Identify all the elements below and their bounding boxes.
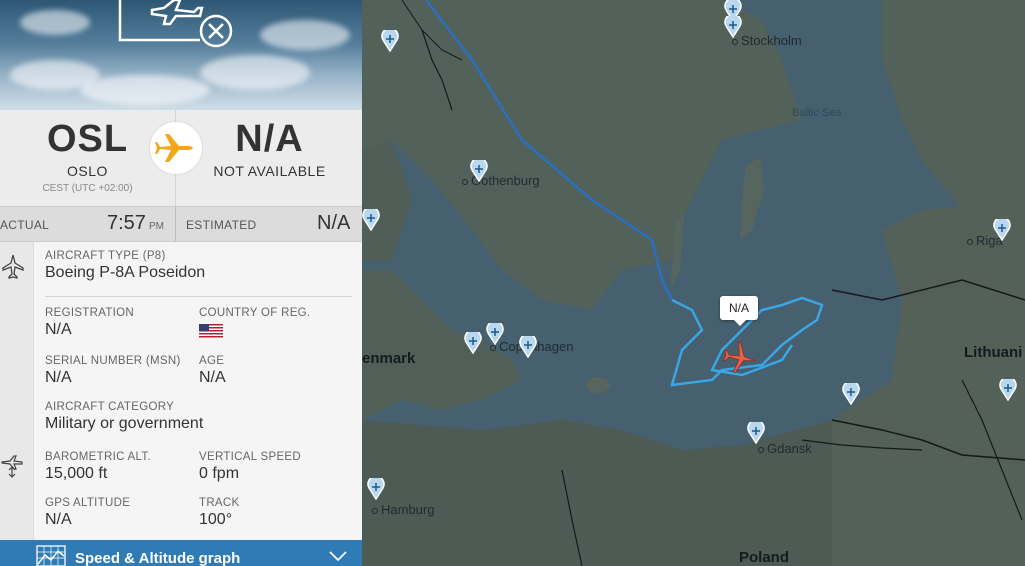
origin-column[interactable]: OSL OSLO CEST (UTC +02:00) [0, 110, 176, 206]
estimated-value: N/A [317, 212, 351, 234]
airport-pin-icon[interactable] [470, 160, 488, 182]
origin-city: OSLO [67, 163, 108, 179]
serial-value: N/A [45, 369, 72, 386]
city-hamburg: Hamburg [372, 502, 434, 517]
serial-label: SERIAL NUMBER (MSN) [45, 355, 181, 367]
country-of-reg-field: COUNTRY OF REG. [199, 307, 310, 338]
airport-pin-icon[interactable] [724, 16, 742, 38]
graph-icon [36, 545, 66, 566]
aircraft-type-value: Boeing P-8A Poseidon [45, 264, 206, 281]
country-denmark: enmark [362, 350, 416, 367]
registration-field: REGISTRATION N/A [45, 307, 134, 339]
vert-speed-label: VERTICAL SPEED [199, 451, 301, 463]
gps-alt-field: GPS ALTITUDE N/A [45, 497, 130, 529]
estimated-time-cell: ESTIMATED N/A [177, 207, 362, 241]
flight-details-panel: OSL OSLO CEST (UTC +02:00) N/A NOT AVAIL… [0, 0, 362, 566]
actual-time-unit: PM [148, 221, 164, 232]
city-gdansk: Gdansk [758, 441, 812, 456]
airport-pin-icon[interactable] [381, 30, 399, 52]
age-value: N/A [199, 369, 226, 386]
baro-alt-field: BAROMETRIC ALT. 15,000 ft [45, 451, 151, 483]
divider [45, 296, 352, 297]
gps-alt-label: GPS ALTITUDE [45, 497, 131, 509]
destination-city: NOT AVAILABLE [213, 163, 326, 179]
track-value: 100° [199, 511, 233, 528]
aircraft-photo-placeholder [0, 0, 362, 110]
airport-pin-icon[interactable] [842, 383, 860, 405]
estimated-label: ESTIMATED [186, 218, 257, 232]
chevron-down-icon[interactable] [328, 550, 348, 562]
category-value: Military or government [45, 415, 204, 432]
destination-code: N/A [235, 118, 304, 160]
times-row: ACTUAL 7:57 PM ESTIMATED N/A [0, 206, 362, 242]
aircraft-marker-icon[interactable] [722, 340, 758, 376]
speed-altitude-graph-button[interactable]: Speed & Altitude graph [0, 540, 362, 566]
map-base [362, 0, 1025, 566]
category-field: AIRCRAFT CATEGORY Military or government [45, 401, 203, 433]
route-summary: OSL OSLO CEST (UTC +02:00) N/A NOT AVAIL… [0, 110, 362, 206]
flight-map[interactable]: Stockholm Gothenburg Copenhagen Gdansk H… [362, 0, 1025, 566]
aircraft-icon [2, 254, 24, 279]
city-stockholm: Stockholm [732, 33, 802, 48]
baro-alt-label: BAROMETRIC ALT. [45, 451, 151, 463]
airport-pin-icon[interactable] [747, 422, 765, 444]
country-lithuania: Lithuani [964, 344, 1023, 361]
age-label: AGE [199, 355, 225, 367]
no-photo-icon [118, 0, 233, 48]
vert-speed-value: 0 fpm [199, 465, 240, 482]
registration-value: N/A [45, 321, 72, 338]
track-label: TRACK [199, 497, 240, 509]
registration-label: REGISTRATION [45, 307, 135, 319]
airport-pin-icon[interactable] [464, 332, 482, 354]
airport-pin-icon[interactable] [999, 379, 1017, 401]
destination-column: N/A NOT AVAILABLE [177, 110, 362, 206]
airport-pin-icon[interactable] [362, 209, 380, 231]
details-icon-column [0, 242, 34, 540]
airport-pin-icon[interactable] [486, 323, 504, 345]
serial-field: SERIAL NUMBER (MSN) N/A [45, 355, 181, 387]
baro-alt-value: 15,000 ft [45, 465, 108, 482]
origin-code[interactable]: OSL [0, 118, 175, 161]
vert-speed-field: VERTICAL SPEED 0 fpm [199, 451, 301, 483]
altitude-icon [1, 455, 23, 478]
airport-pin-icon[interactable] [519, 336, 537, 358]
actual-time-value: 7:57 PM [107, 212, 164, 235]
aircraft-type-label: AIRCRAFT TYPE (P8) [45, 250, 166, 262]
flight-callsign-tag[interactable]: N/A [720, 296, 759, 326]
us-flag-icon [199, 324, 223, 338]
graph-button-label: Speed & Altitude graph [75, 550, 241, 566]
sea-label: Baltic Sea [792, 107, 842, 119]
country-of-reg-label: COUNTRY OF REG. [199, 307, 311, 319]
actual-label: ACTUAL [0, 218, 50, 232]
country-poland: Poland [739, 549, 790, 566]
track-field: TRACK 100° [199, 497, 239, 529]
airport-pin-icon[interactable] [993, 219, 1011, 241]
origin-timezone: CEST (UTC +02:00) [42, 183, 133, 194]
aircraft-type-field: AIRCRAFT TYPE (P8) Boeing P-8A Poseidon [45, 250, 205, 282]
aircraft-details: AIRCRAFT TYPE (P8) Boeing P-8A Poseidon … [0, 242, 362, 540]
airplane-icon [150, 122, 202, 174]
actual-time-cell: ACTUAL 7:57 PM [0, 207, 176, 241]
gps-alt-value: N/A [45, 511, 72, 528]
age-field: AGE N/A [199, 355, 226, 387]
actual-time: 7:57 [107, 212, 146, 234]
category-label: AIRCRAFT CATEGORY [45, 401, 175, 413]
airport-pin-icon[interactable] [367, 478, 385, 500]
